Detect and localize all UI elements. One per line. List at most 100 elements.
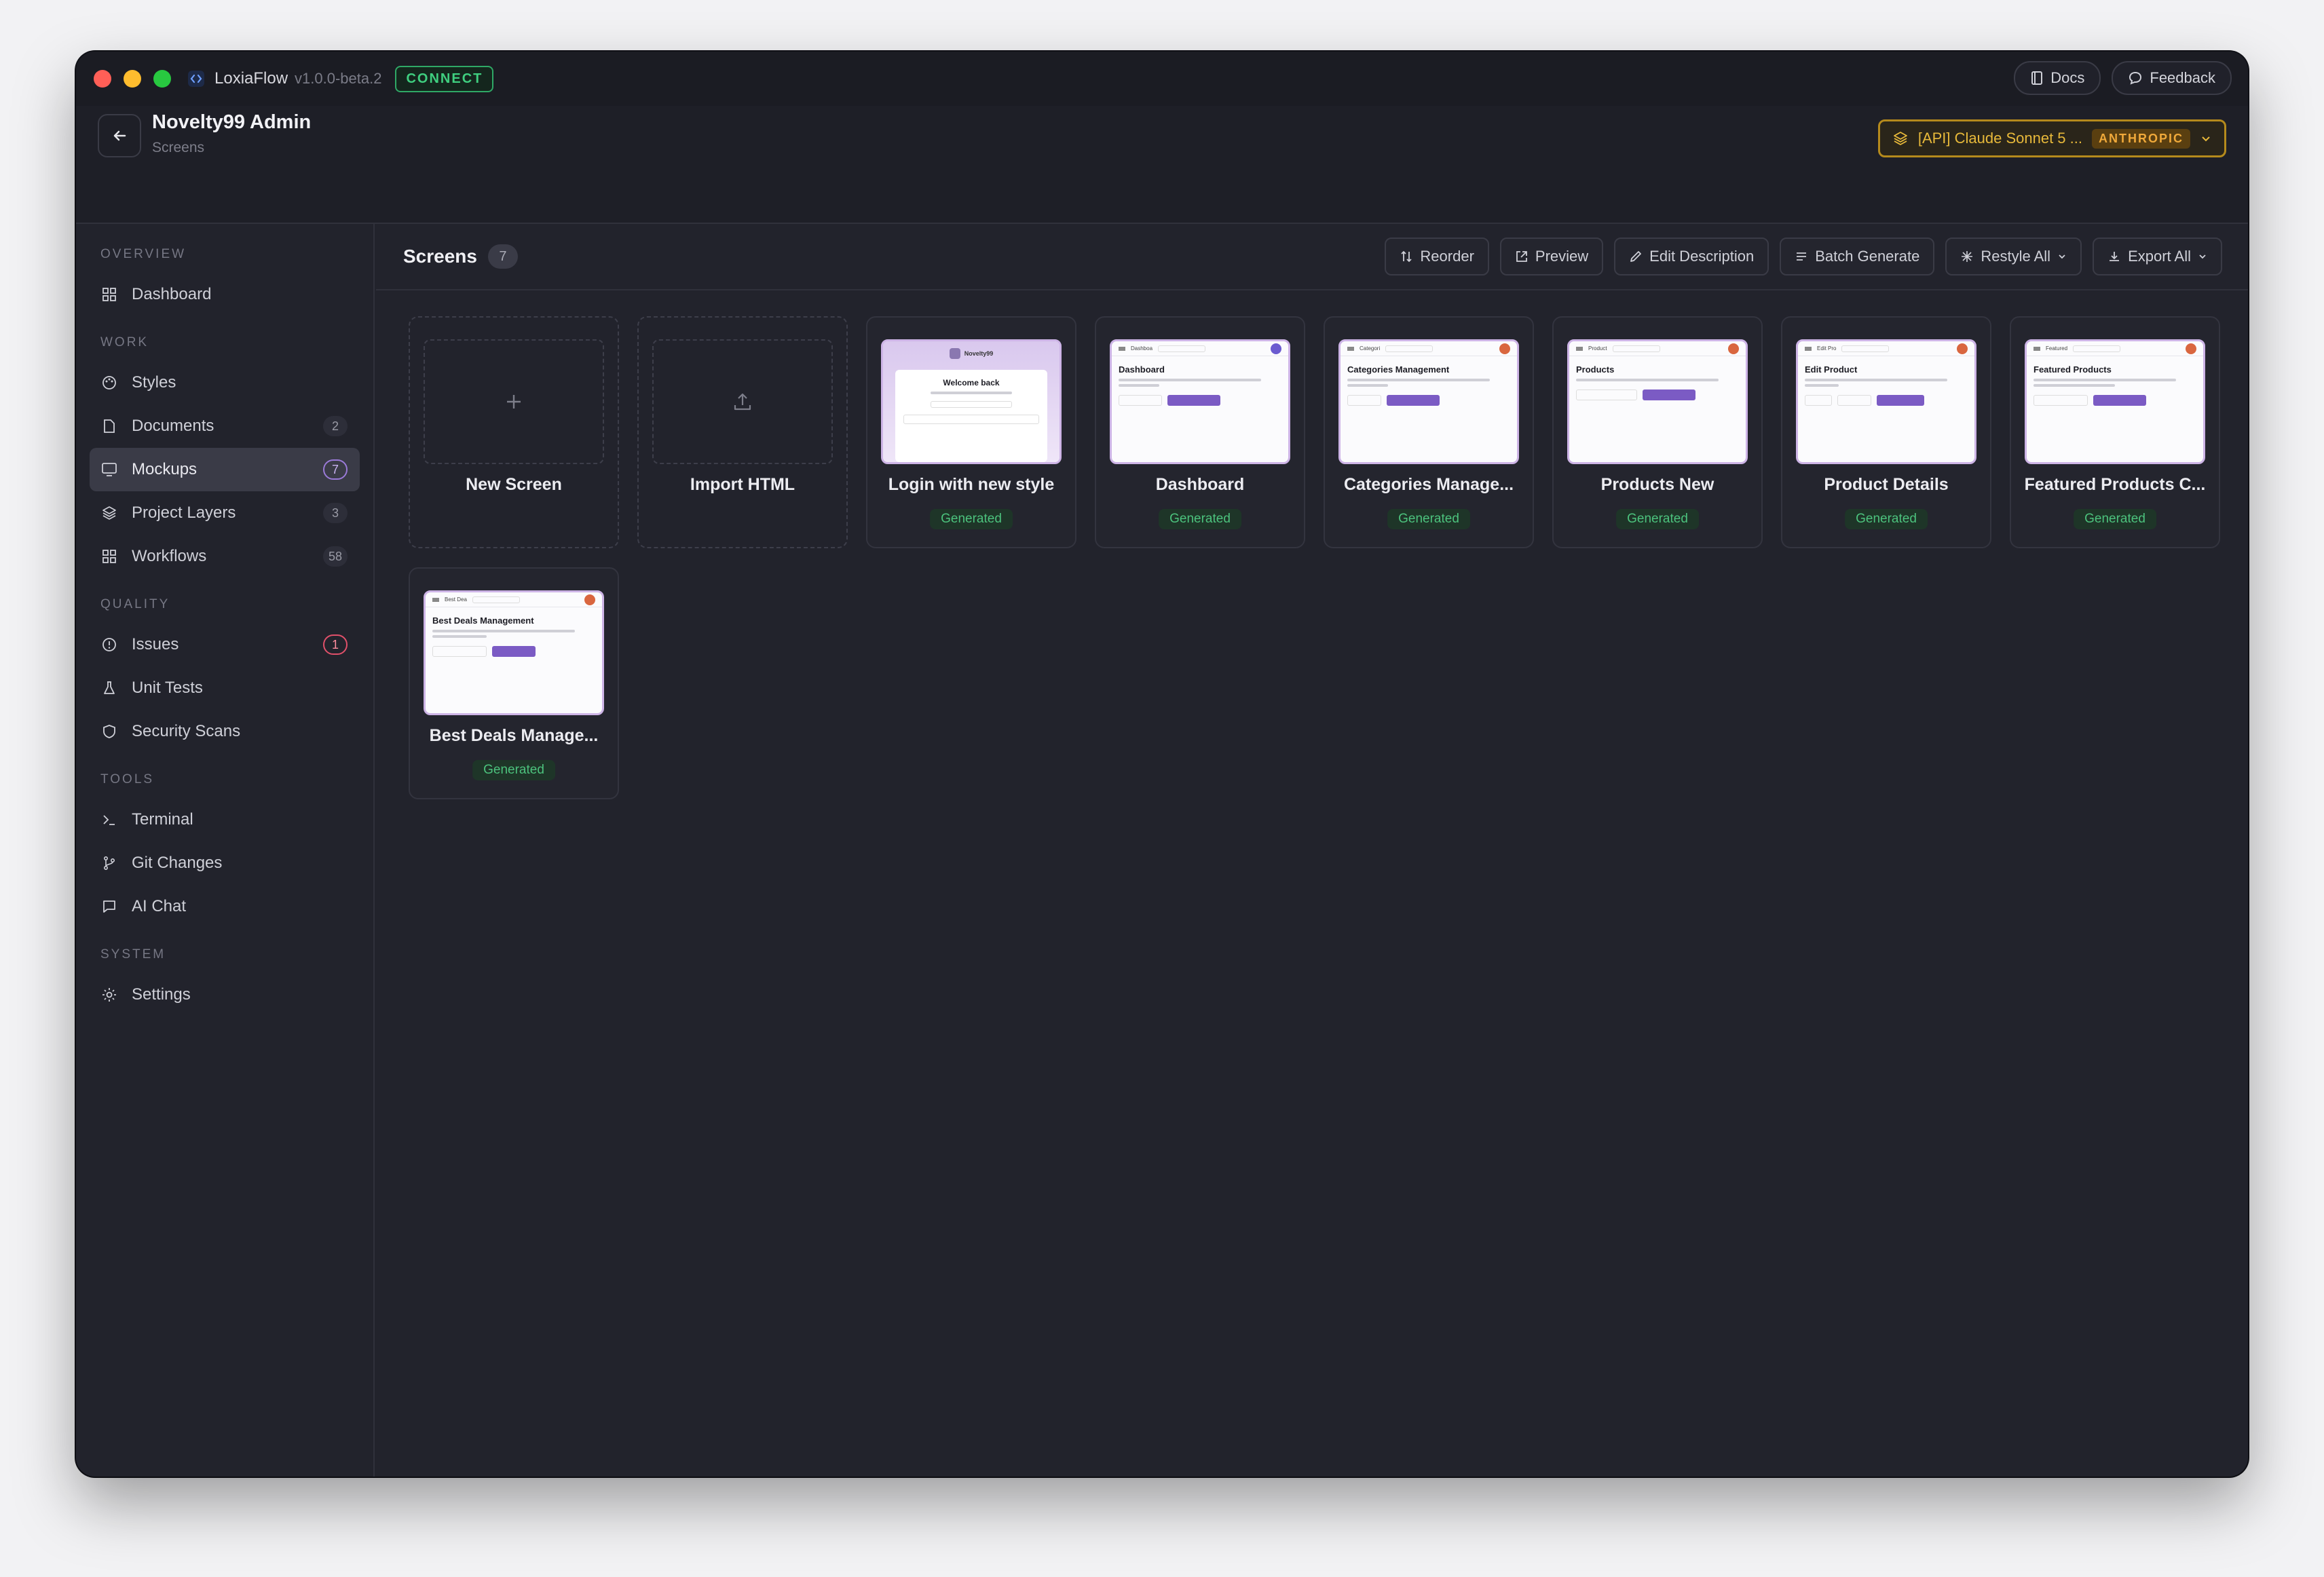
screen-thumbnail: Dashboa Dashboard xyxy=(1110,339,1290,464)
sort-icon xyxy=(1401,250,1412,263)
upload-icon xyxy=(734,393,751,411)
mockups-count-badge: 7 xyxy=(323,459,348,480)
model-selector[interactable]: [API] Claude Sonnet 5 ... ANTHROPIC xyxy=(1877,119,2226,157)
sidebar-item-ai-chat[interactable]: AI Chat xyxy=(90,885,360,928)
sidebar-item-mockups[interactable]: Mockups 7 xyxy=(90,448,360,491)
thumb-title: Featured Products xyxy=(2034,364,2112,375)
screen-thumbnail: Novelty99 Welcome back xyxy=(881,339,1062,464)
card-label: Login with new style xyxy=(888,475,1055,494)
sidebar-item-documents[interactable]: Documents 2 xyxy=(90,404,360,448)
import-html-placeholder xyxy=(652,339,833,464)
section-title-quality: QUALITY xyxy=(100,597,170,611)
chevron-down-icon xyxy=(2199,254,2206,259)
minimize-window-button[interactable] xyxy=(124,70,141,88)
provider-badge: ANTHROPIC xyxy=(2092,128,2190,149)
sidebar-item-security-scans[interactable]: Security Scans xyxy=(90,710,360,753)
docs-label: Docs xyxy=(2050,69,2085,86)
export-all-button[interactable]: Export All xyxy=(2093,238,2222,276)
sparkle-icon xyxy=(1962,251,1973,262)
card-label: Best Deals Manage... xyxy=(429,726,599,745)
download-icon xyxy=(2110,252,2120,261)
sidebar-item-git-changes[interactable]: Git Changes xyxy=(90,841,360,885)
edit-description-button[interactable]: Edit Description xyxy=(1614,238,1769,276)
git-branch-icon xyxy=(100,854,118,872)
status-badge: Generated xyxy=(1159,509,1241,529)
sidebar-item-label: Dashboard xyxy=(132,285,212,303)
app-name: LoxiaFlow xyxy=(214,69,288,88)
issues-count-badge: 1 xyxy=(323,634,348,655)
arrow-left-icon xyxy=(113,130,126,141)
sidebar-item-label: Issues xyxy=(132,635,179,653)
feedback-button[interactable]: Feedback xyxy=(2112,61,2232,95)
screen-card-best-deals[interactable]: Best Dea Best Deals Management Best Deal… xyxy=(409,567,619,799)
sidebar-item-issues[interactable]: Issues 1 xyxy=(90,623,360,666)
chevron-down-icon xyxy=(2202,136,2210,142)
connect-button[interactable]: CONNECT xyxy=(395,65,494,92)
sidebar-item-project-layers[interactable]: Project Layers 3 xyxy=(90,491,360,535)
preview-label: Preview xyxy=(1535,248,1589,265)
screen-card-featured-products[interactable]: Featured Featured Products Featured Prod… xyxy=(2010,316,2220,548)
sidebar-item-dashboard[interactable]: Dashboard xyxy=(90,273,360,316)
status-badge: Generated xyxy=(472,760,555,780)
thumb-tab: Best Dea xyxy=(445,596,467,603)
status-badge: Generated xyxy=(1616,509,1699,529)
palette-icon xyxy=(100,374,118,392)
screen-thumbnail: Product Products xyxy=(1567,339,1748,464)
screen-card-products-new[interactable]: Product Products Products New Generated xyxy=(1552,316,1763,548)
sidebar-item-label: Unit Tests xyxy=(132,679,203,697)
sidebar-item-unit-tests[interactable]: Unit Tests xyxy=(90,666,360,710)
thumb-title: Dashboard xyxy=(1119,364,1165,375)
back-button[interactable] xyxy=(98,114,141,157)
status-badge: Generated xyxy=(1387,509,1470,529)
section-title-work: WORK xyxy=(100,335,149,349)
thumb-title: Welcome back xyxy=(943,378,1000,387)
screen-card-categories[interactable]: Categori Categories Management Categorie… xyxy=(1324,316,1534,548)
reorder-button[interactable]: Reorder xyxy=(1385,238,1489,276)
restyle-all-button[interactable]: Restyle All xyxy=(1945,238,2082,276)
sidebar-item-workflows[interactable]: Workflows 58 xyxy=(90,535,360,578)
section-title-tools: TOOLS xyxy=(100,772,155,786)
screen-card-product-details[interactable]: Edit Pro Edit Product Product Details Ge… xyxy=(1781,316,1991,548)
documents-count-badge: 2 xyxy=(323,416,348,436)
maximize-window-button[interactable] xyxy=(153,70,171,88)
grid-icon xyxy=(100,286,118,303)
monitor-icon xyxy=(100,461,118,478)
batch-generate-button[interactable]: Batch Generate xyxy=(1780,238,1935,276)
main-content: Screens 7 Reorder Preview Edit Descripti… xyxy=(376,224,2248,1477)
card-label: Featured Products C... xyxy=(2024,475,2206,494)
docs-button[interactable]: Docs xyxy=(2014,61,2101,95)
preview-button[interactable]: Preview xyxy=(1499,238,1604,276)
close-window-button[interactable] xyxy=(94,70,111,88)
sidebar-item-terminal[interactable]: Terminal xyxy=(90,798,360,841)
app-window: LoxiaFlow v1.0.0-beta.2 CONNECT Docs Fee… xyxy=(76,52,2248,1477)
sidebar-item-styles[interactable]: Styles xyxy=(90,361,360,404)
screen-card-login[interactable]: Novelty99 Welcome back Login with new st… xyxy=(866,316,1076,548)
card-label: Product Details xyxy=(1824,475,1949,494)
brand-logo-icon xyxy=(949,348,960,359)
restyle-all-label: Restyle All xyxy=(1981,248,2051,265)
status-badge: Generated xyxy=(1845,509,1928,529)
external-link-icon xyxy=(1516,251,1527,262)
terminal-icon xyxy=(100,811,118,829)
thumb-tab: Categori xyxy=(1360,345,1381,352)
project-name: Novelty99 Admin xyxy=(152,111,312,133)
gear-icon xyxy=(100,986,118,1004)
card-label: New Screen xyxy=(466,475,562,494)
import-html-card[interactable]: Import HTML xyxy=(637,316,848,548)
new-screen-placeholder xyxy=(424,339,604,464)
chevron-down-icon xyxy=(2059,254,2065,259)
pencil-icon xyxy=(1630,251,1642,262)
list-icon xyxy=(1797,252,1807,261)
screen-thumbnail: Best Dea Best Deals Management xyxy=(424,590,604,715)
screen-card-dashboard[interactable]: Dashboa Dashboard Dashboard Generated xyxy=(1095,316,1305,548)
layers-icon xyxy=(100,504,118,522)
thumb-brand: Novelty99 xyxy=(964,350,994,357)
thumb-tab: Dashboa xyxy=(1131,345,1153,352)
grid-icon xyxy=(100,548,118,565)
sidebar-item-settings[interactable]: Settings xyxy=(90,973,360,1016)
new-screen-card[interactable]: New Screen xyxy=(409,316,619,548)
screens-count-badge: 7 xyxy=(487,244,518,269)
card-label: Dashboard xyxy=(1155,475,1245,494)
title-bar: LoxiaFlow v1.0.0-beta.2 CONNECT Docs Fee… xyxy=(76,52,2248,106)
chat-icon xyxy=(100,898,118,915)
